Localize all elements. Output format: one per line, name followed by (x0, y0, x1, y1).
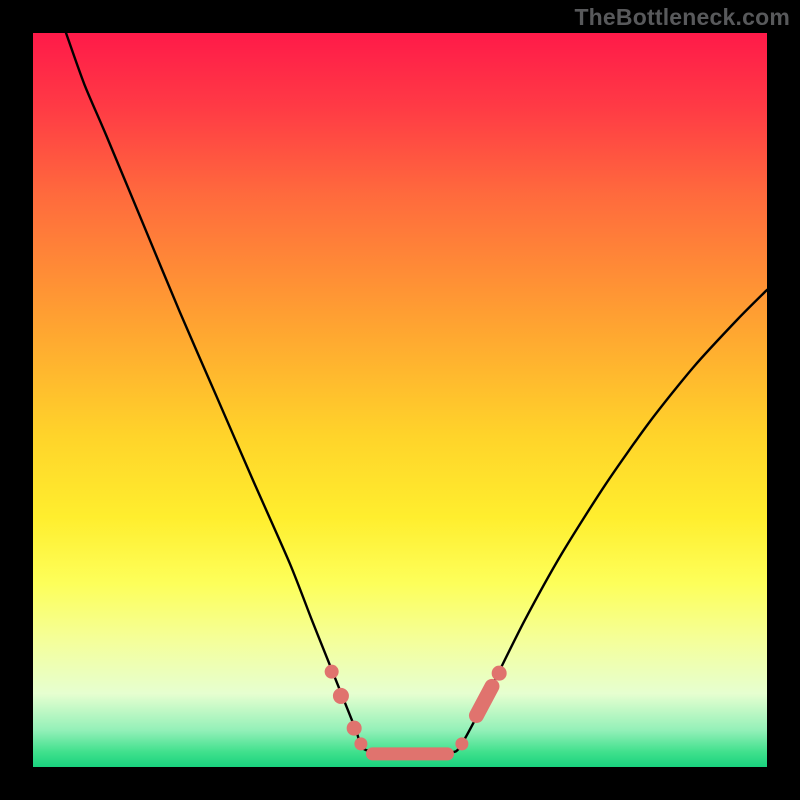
curve-marker-dot (333, 688, 349, 704)
chart-canvas: TheBottleneck.com (0, 0, 800, 800)
curve-marker-dot (347, 721, 362, 736)
curve-marker-dot (324, 664, 339, 679)
curve-marker-capsule (467, 676, 502, 725)
watermark-text: TheBottleneck.com (574, 4, 790, 31)
curve-markers (33, 33, 767, 767)
plot-area (33, 33, 767, 767)
curve-marker-dot (354, 737, 367, 750)
curve-marker-capsule (365, 747, 453, 760)
curve-marker-dot (455, 737, 468, 750)
curve-marker-dot (492, 666, 507, 681)
